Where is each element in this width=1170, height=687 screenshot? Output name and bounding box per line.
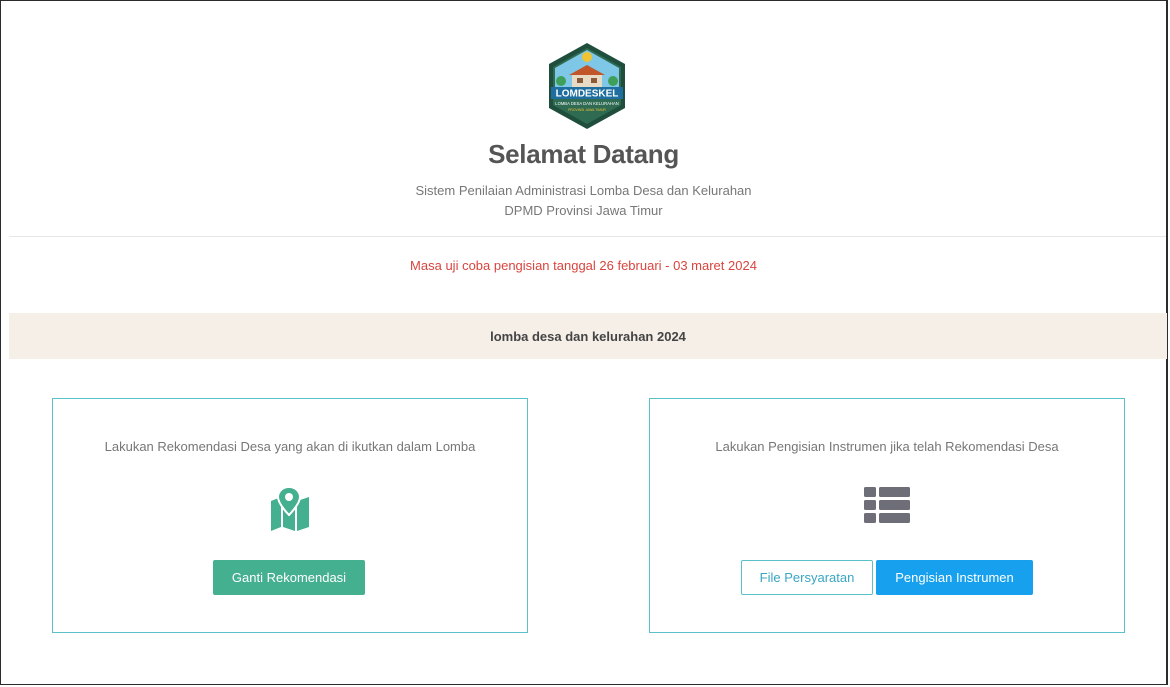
page-title: Selamat Datang [488,139,679,169]
map-marker-icon [267,485,313,536]
svg-text:LOMDESKEL: LOMDESKEL [556,89,619,100]
svg-text:LOMBA DESA DAN KELURAHAN: LOMBA DESA DAN KELURAHAN [555,101,619,106]
list-icon [864,485,910,532]
competition-banner: lomba desa dan kelurahan 2024 [9,313,1167,359]
subtitle-line-2: DPMD Provinsi Jawa Timur [504,203,663,218]
recommendation-card-text: Lakukan Rekomendasi Desa yang akan di ik… [104,439,476,454]
recommendation-card: Lakukan Rekomendasi Desa yang akan di ik… [52,398,528,633]
page-subtitle: Sistem Penilaian Administrasi Lomba Desa… [1,181,1166,221]
fill-instrument-button[interactable]: Pengisian Instrumen [876,560,1033,595]
change-recommendation-button[interactable]: Ganti Rekomendasi [213,560,365,595]
lomdeskel-logo: LOMDESKEL LOMBA DESA DAN KELURAHAN PROVI… [545,41,629,131]
svg-text:PROVINSI JAWA TIMUR: PROVINSI JAWA TIMUR [568,108,606,112]
instrument-card-text: Lakukan Pengisian Instrumen jika telah R… [715,439,1059,454]
subtitle-line-1: Sistem Penilaian Administrasi Lomba Desa… [415,183,752,198]
header-divider [9,236,1166,237]
banner-label: lomba desa dan kelurahan 2024 [490,328,686,344]
page-frame: LOMDESKEL LOMBA DESA DAN KELURAHAN PROVI… [0,0,1168,685]
instrument-card: Lakukan Pengisian Instrumen jika telah R… [649,398,1125,633]
trial-period-notice: Masa uji coba pengisian tanggal 26 febru… [410,258,757,273]
requirement-files-button[interactable]: File Persyaratan [741,560,873,595]
